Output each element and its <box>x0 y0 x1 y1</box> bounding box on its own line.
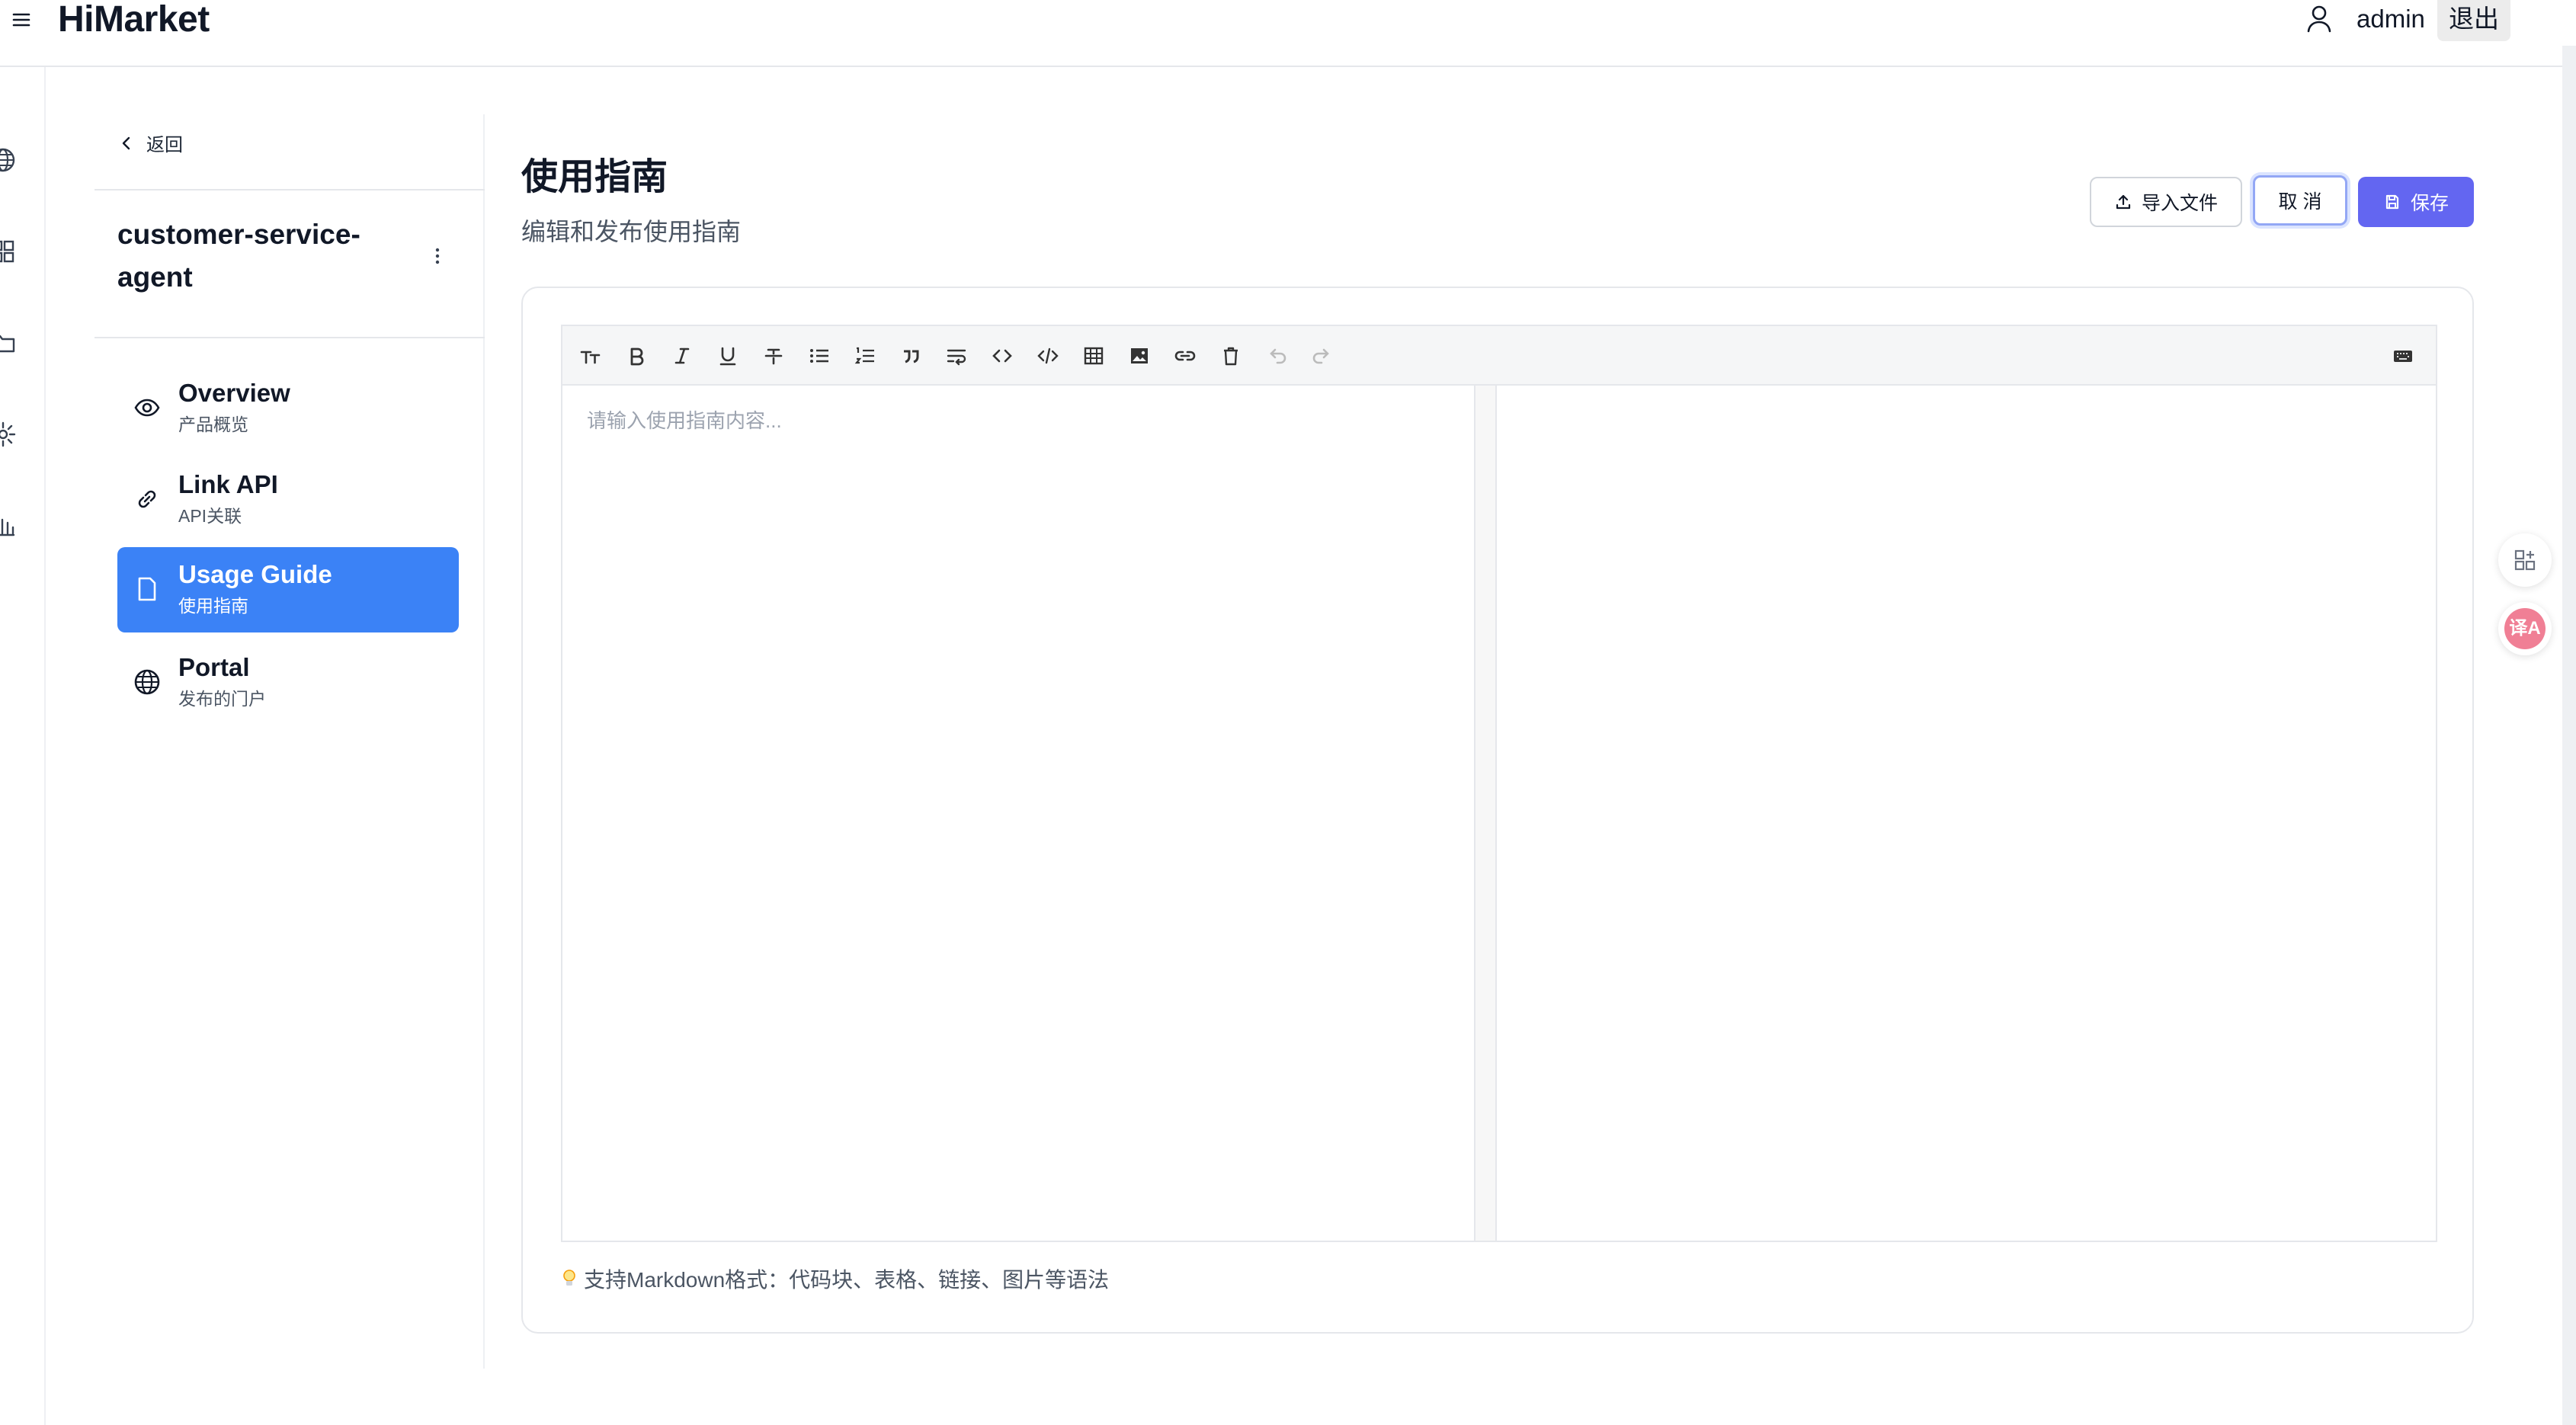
save-icon <box>2383 193 2401 211</box>
sidebar-item-portal[interactable]: Portal 发布的门户 <box>117 640 459 725</box>
save-button[interactable]: 保存 <box>2358 177 2474 227</box>
user-icon[interactable] <box>2305 3 2334 34</box>
icon-rail <box>0 67 46 1425</box>
sidebar-item-overview[interactable]: Overview 产品概览 <box>117 366 459 451</box>
logout-button[interactable]: 退出 <box>2437 0 2510 41</box>
apps-add-icon <box>2514 549 2536 571</box>
delete-icon[interactable] <box>1219 344 1242 367</box>
divider <box>95 337 485 338</box>
inline-code-icon[interactable] <box>991 344 1014 367</box>
underline-icon[interactable] <box>716 344 739 367</box>
sidebar-item-link-api[interactable]: Link API API关联 <box>117 457 459 543</box>
import-file-button[interactable]: 导入文件 <box>2090 177 2242 227</box>
globe-icon[interactable] <box>0 146 17 174</box>
editor-toolbar <box>562 326 2436 386</box>
heading-icon[interactable] <box>579 344 602 367</box>
translate-icon: 译A <box>2504 608 2546 649</box>
apps-widget-button[interactable] <box>2498 533 2552 587</box>
back-link[interactable]: 返回 <box>117 130 183 156</box>
markdown-hint: 支持Markdown格式：代码块、表格、链接、图片等语法 <box>561 1263 1109 1294</box>
product-sidebar: 返回 customer-service-agent Overview 产品概览 … <box>95 114 485 1369</box>
quote-icon[interactable] <box>899 344 922 367</box>
bar-chart-icon[interactable] <box>0 512 17 540</box>
lightbulb-icon <box>561 1269 578 1289</box>
translate-widget-button[interactable]: 译A <box>2498 602 2552 655</box>
ordered-list-icon[interactable] <box>854 344 876 367</box>
keyboard-icon[interactable] <box>2392 344 2414 367</box>
sidebar-item-subtitle: 产品概览 <box>178 415 248 434</box>
sidebar-item-title: Link API <box>178 470 278 498</box>
import-file-label: 导入文件 <box>2141 193 2218 214</box>
username: admin <box>2357 5 2425 33</box>
bullet-list-icon[interactable] <box>808 344 831 367</box>
sidebar-item-subtitle: 发布的门户 <box>178 689 266 709</box>
code-block-icon[interactable] <box>1036 344 1059 367</box>
top-header: HiMarket admin 退出 <box>0 0 2562 67</box>
sidebar-item-title: Usage Guide <box>178 560 332 588</box>
editor-placeholder: 请输入使用指南内容... <box>587 409 782 432</box>
page-title: 使用指南 <box>521 157 668 197</box>
settings-icon[interactable] <box>0 421 17 448</box>
markdown-input[interactable]: 请输入使用指南内容... <box>562 386 1474 1241</box>
save-label: 保存 <box>2410 193 2449 214</box>
sidebar-item-subtitle: API关联 <box>178 506 242 526</box>
upload-icon <box>2114 193 2132 211</box>
italic-icon[interactable] <box>671 344 694 367</box>
wrap-icon[interactable] <box>945 344 968 367</box>
markdown-editor: 请输入使用指南内容... <box>561 325 2437 1242</box>
document-icon <box>133 575 162 604</box>
redo-icon[interactable] <box>1311 344 1334 367</box>
globe-icon <box>133 668 162 696</box>
back-label: 返回 <box>146 135 183 155</box>
divider <box>95 189 485 191</box>
strikethrough-icon[interactable] <box>762 344 785 367</box>
link-icon[interactable] <box>1174 344 1197 367</box>
app-logo[interactable]: HiMarket <box>58 0 210 40</box>
scrollbar[interactable] <box>2562 46 2576 1425</box>
image-icon[interactable] <box>1128 344 1151 367</box>
cancel-button[interactable]: 取 消 <box>2253 175 2347 226</box>
product-name: customer-service-agent <box>117 219 360 293</box>
sidebar-item-usage-guide[interactable]: Usage Guide 使用指南 <box>117 547 459 632</box>
sidebar-item-title: Portal <box>178 653 250 681</box>
table-icon[interactable] <box>1082 344 1105 367</box>
sidebar-item-title: Overview <box>178 379 290 407</box>
editor-card: 请输入使用指南内容... 支持Markdown格式：代码块、表格、链接、图片等语… <box>521 287 2474 1334</box>
more-options-icon[interactable] <box>427 245 448 267</box>
undo-icon[interactable] <box>1265 344 1288 367</box>
chevron-left-icon <box>117 134 136 152</box>
bold-icon[interactable] <box>625 344 648 367</box>
folder-icon[interactable] <box>0 329 17 357</box>
markdown-hint-text: 支持Markdown格式：代码块、表格、链接、图片等语法 <box>584 1268 1110 1292</box>
eye-icon <box>133 393 162 422</box>
page-subtitle: 编辑和发布使用指南 <box>521 218 742 245</box>
markdown-preview <box>1497 386 2436 1241</box>
link-icon <box>133 485 162 514</box>
menu-icon[interactable] <box>9 8 34 32</box>
sidebar-item-subtitle: 使用指南 <box>178 596 248 616</box>
pane-divider[interactable] <box>1474 386 1497 1241</box>
cancel-label: 取 消 <box>2278 191 2322 213</box>
grid-icon[interactable] <box>0 238 17 265</box>
